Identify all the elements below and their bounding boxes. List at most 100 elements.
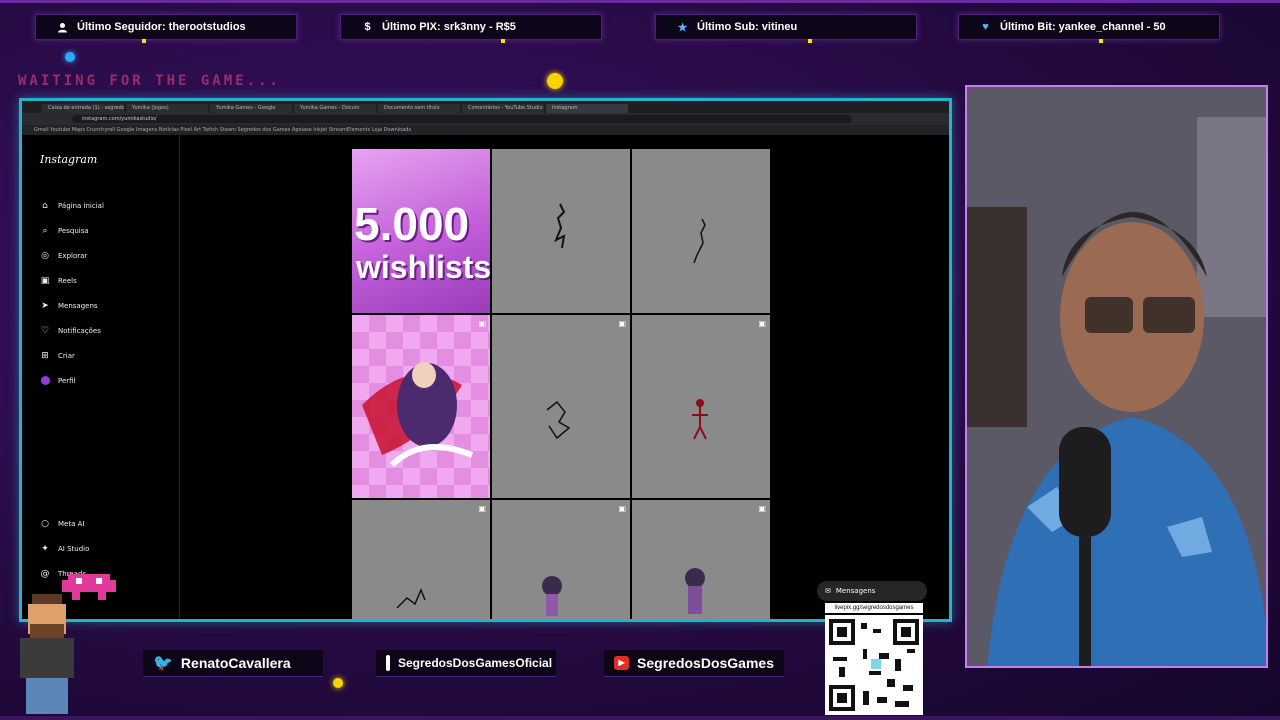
- nav-label: Criar: [58, 351, 75, 360]
- qr-link: livepix.gg/segredosdosgames: [825, 603, 923, 613]
- nav-ai-studio[interactable]: ✦ AI Studio: [40, 536, 89, 561]
- alert-dot: [808, 39, 812, 43]
- alert-dot: [501, 39, 505, 43]
- instagram-sidebar: Instagram ⌂ Página inicial ⌕ Pesquisa ◎ Exp…: [22, 135, 180, 619]
- instagram-nav: ⌂ Página inicial ⌕ Pesquisa ◎ Explorar ▣ Ree…: [40, 193, 104, 393]
- nav-label: Reels: [58, 276, 77, 285]
- pixel-character: [6, 594, 88, 716]
- reel-icon: ▣: [478, 319, 486, 328]
- sketch-figure: [692, 399, 708, 440]
- browser-tab[interactable]: Yumika Games - Google: [210, 104, 292, 113]
- alert-dot: [1099, 39, 1103, 43]
- search-icon: ⌕: [42, 225, 48, 236]
- nav-create[interactable]: ⊞ Criar: [40, 343, 104, 368]
- decor-yellow-dot-bottom: [333, 678, 343, 688]
- post-sprite[interactable]: ▣: [492, 500, 630, 620]
- browser-tab[interactable]: Yumika Games - Docum: [294, 104, 376, 113]
- social-handle: SegredosDosGamesOficial: [398, 656, 553, 670]
- reel-icon: ▣: [618, 319, 626, 328]
- post-sketch[interactable]: ▣: [352, 500, 490, 620]
- post-sketch[interactable]: [492, 149, 630, 313]
- frame-line-top: [0, 0, 1280, 3]
- meta-ai-icon: ○: [41, 518, 49, 529]
- star-icon: ★: [677, 21, 688, 34]
- nav-label: Página inicial: [58, 201, 104, 210]
- alert-dot: [142, 39, 146, 43]
- user-icon: [56, 21, 69, 34]
- browser-tab-bar: Caixa de entrada (1) - segredos Yumika (…: [22, 101, 949, 113]
- invader-art: [62, 574, 116, 600]
- social-youtube[interactable]: ▶ SegredosDosGames: [604, 650, 784, 677]
- frame-line-bottom: [0, 716, 1280, 720]
- decor-yellow-dot: [547, 73, 563, 89]
- sketch-figure: [554, 203, 566, 249]
- browser-tab[interactable]: Yumika (Jogos): [126, 104, 208, 113]
- post-sketch[interactable]: ▣: [492, 315, 630, 498]
- messages-button[interactable]: ✉ Mensagens: [817, 581, 927, 601]
- profile-icon: [40, 376, 50, 386]
- post-sprite[interactable]: ▣: [632, 500, 770, 620]
- browser-tab[interactable]: Documento sem título: [378, 104, 460, 113]
- browser-tab[interactable]: Caixa de entrada (1) - segredos: [42, 104, 124, 113]
- alert-last-pix: $ Último PIX: srk3nny - R$5: [340, 14, 602, 43]
- nav-label: Pesquisa: [58, 226, 89, 235]
- post-sketch[interactable]: ▣: [632, 315, 770, 498]
- social-handle: RenatoCavallera: [180, 655, 291, 671]
- nav-explore[interactable]: ◎ Explorar: [40, 243, 104, 268]
- instagram-logo[interactable]: Instagram: [40, 153, 97, 166]
- alert-last-bit: ♥ Último Bit: yankee_channel - 50: [958, 14, 1220, 43]
- decor-blue-dot: [65, 52, 75, 62]
- space-invader-icon: [62, 568, 116, 602]
- social-instagram[interactable]: SegredosDosGamesOficial: [376, 650, 556, 677]
- instagram-post-grid: 5.000 wishlists ▣ ▣ ▣ ▣ ▣ ▣: [352, 149, 770, 620]
- social-handle: SegredosDosGames: [637, 655, 774, 671]
- sketch-figure: [546, 400, 571, 440]
- post-wishlists[interactable]: 5.000 wishlists: [352, 149, 490, 313]
- compass-icon: ◎: [41, 250, 49, 261]
- chat-label: Mensagens: [835, 587, 876, 595]
- alert-last-sub: ★ Último Sub: vitineu: [655, 14, 917, 43]
- reel-icon: ▣: [478, 504, 486, 513]
- nav-label: Mensagens: [58, 301, 98, 310]
- nav-home[interactable]: ⌂ Página inicial: [40, 193, 104, 218]
- nav-label: Meta AI: [58, 519, 85, 528]
- sketch-figure: [693, 218, 706, 264]
- nav-label: Explorar: [58, 251, 88, 260]
- post-number: 5.000: [354, 198, 470, 250]
- instagram-icon: [386, 655, 390, 671]
- heart-outline-icon: ♡: [40, 325, 50, 336]
- ai-studio-icon: ✦: [41, 543, 49, 554]
- reel-icon: ▣: [758, 504, 766, 513]
- sprite-figure: [685, 568, 705, 614]
- browser-capture: Caixa de entrada (1) - segredos Yumika (…: [19, 98, 952, 622]
- nav-reels[interactable]: ▣ Reels: [40, 268, 104, 293]
- chat-icon: ✉: [825, 587, 831, 595]
- alert-label: Último Bit: yankee_channel - 50: [1000, 21, 1166, 33]
- nav-label: AI Studio: [58, 544, 90, 553]
- nav-profile[interactable]: Perfil: [40, 368, 104, 393]
- home-icon: ⌂: [42, 200, 48, 211]
- browser-tab[interactable]: Comentários - YouTube Studio: [462, 104, 544, 113]
- nav-messages[interactable]: ➤ Mensagens: [40, 293, 104, 318]
- nav-meta-ai[interactable]: ○ Meta AI: [40, 511, 89, 536]
- nav-label: Perfil: [58, 376, 76, 385]
- threads-icon: @: [40, 568, 50, 579]
- post-sketch[interactable]: [632, 149, 770, 313]
- dollar-icon: $: [364, 21, 371, 33]
- nav-search[interactable]: ⌕ Pesquisa: [40, 218, 104, 243]
- sprite-figure: [542, 576, 562, 616]
- post-character-art[interactable]: ▣: [352, 315, 490, 498]
- instagram-page: Instagram ⌂ Página inicial ⌕ Pesquisa ◎ Exp…: [22, 135, 949, 620]
- post-word: wishlists: [356, 249, 490, 285]
- plus-icon: ⊞: [41, 350, 49, 361]
- address-input[interactable]: instagram.com/yumikastudio/: [72, 115, 852, 123]
- alert-label: Último PIX: srk3nny - R$5: [382, 21, 516, 33]
- qr-pattern: [829, 619, 919, 711]
- bookmarks-bar[interactable]: Gmail Youtube Maps Crunchyroll Google Im…: [22, 125, 949, 135]
- browser-tab-active[interactable]: Instagram: [546, 104, 628, 113]
- alert-label: Último Seguidor: therootstudios: [77, 21, 246, 33]
- reels-icon: ▣: [40, 275, 50, 286]
- qr-code: [825, 615, 923, 715]
- social-twitter[interactable]: 🐦 RenatoCavallera: [143, 650, 323, 677]
- nav-notifications[interactable]: ♡ Notificações: [40, 318, 104, 343]
